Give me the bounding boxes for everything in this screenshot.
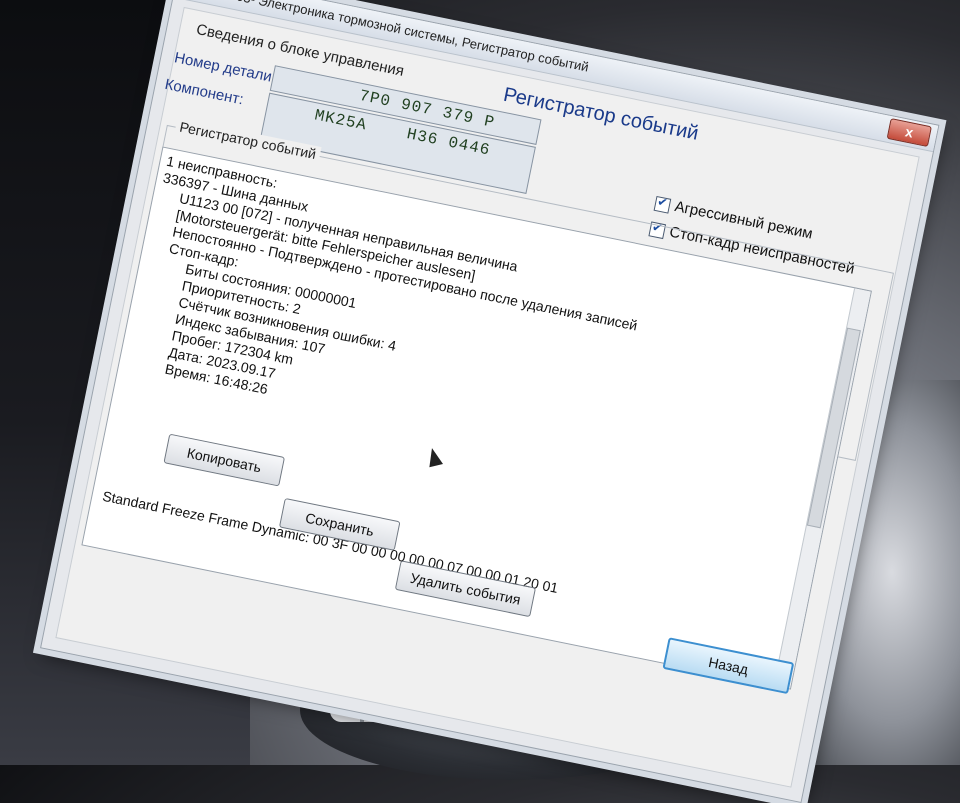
checkbox-checked-icon xyxy=(653,195,672,214)
component-name: MK25A xyxy=(313,106,369,135)
close-button[interactable]: x xyxy=(886,118,932,148)
close-icon: x xyxy=(903,123,915,141)
component-label: Компонент: xyxy=(163,75,245,109)
dialog-client-area: Сведения о блоке управления Номер детали… xyxy=(55,6,920,788)
mouse-cursor-icon xyxy=(425,446,443,468)
